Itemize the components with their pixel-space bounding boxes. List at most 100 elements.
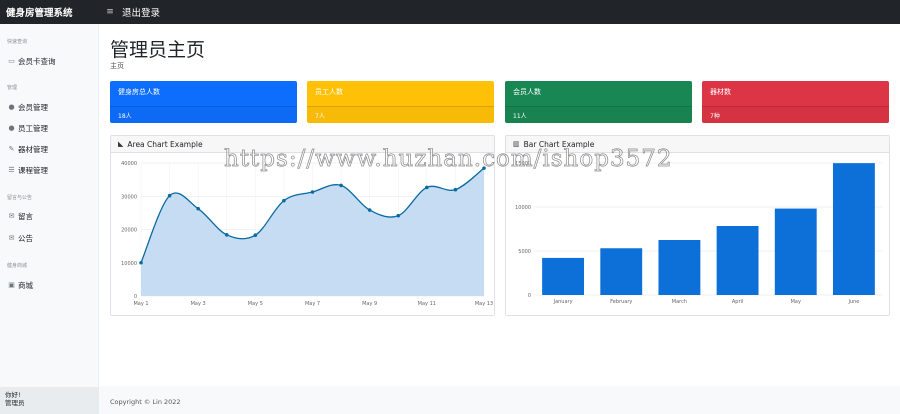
sidebar-item-label: 课程管理: [18, 165, 48, 175]
bar: [774, 208, 817, 295]
sidebar-heading-manage: 管理: [7, 85, 18, 91]
sidebar-item-label: 会员卡查询: [18, 56, 56, 66]
data-point: [396, 213, 401, 218]
copyright-text: Copyright © Lin 2022: [110, 398, 181, 406]
x-tick-label: May 13: [475, 301, 493, 307]
area-chart-title: Area Chart Example: [127, 139, 203, 149]
sidebar-item-label: 员工管理: [18, 123, 48, 133]
sidebar-heading-messages: 留言与公告: [7, 195, 33, 201]
brand-title[interactable]: 健身房管理系统: [0, 5, 99, 19]
y-tick-label: 15000: [515, 161, 531, 167]
x-tick-label: May 5: [248, 301, 263, 307]
page-footer: Copyright © Lin 2022: [99, 386, 900, 414]
x-tick-label: May 7: [305, 301, 320, 307]
shop-icon: ▣: [8, 281, 15, 289]
data-point: [482, 166, 486, 170]
current-user: 管理员: [5, 399, 25, 407]
main-content: 管理员主页 主页 健身房总人数 18人 员工人数 7人 会员人数 11人 器材数…: [99, 24, 900, 386]
data-point: [425, 185, 429, 190]
sidebar-heading-quick: 快速查询: [7, 39, 28, 45]
sidebar-item-messages[interactable]: ✉ 留言: [0, 208, 99, 224]
area-chart-header: ◣ Area Chart Example: [111, 136, 494, 153]
sidebar-item-label: 器材管理: [18, 144, 48, 154]
sidebar-item-courses[interactable]: ☰ 课程管理: [0, 162, 99, 178]
stat-card-value: 7人: [307, 106, 494, 123]
sidebar: 快速查询 ▭ 会员卡查询 管理 ● 会员管理 ● 员工管理 ✎ 器材管理 ☰ 课…: [0, 24, 99, 414]
sidebar-user-footer: 你好! 管理员: [0, 387, 99, 414]
data-point: [253, 233, 258, 237]
stat-card-equipment[interactable]: 器材数 7种: [702, 81, 889, 123]
comment-icon: ✉: [8, 212, 15, 220]
bar: [716, 225, 759, 295]
logout-link[interactable]: 退出登录: [122, 5, 160, 19]
sidebar-item-shop[interactable]: ▣ 商城: [0, 277, 99, 293]
x-tick-label: March: [672, 299, 687, 305]
x-tick-label: January: [553, 299, 573, 305]
sidebar-item-members[interactable]: ● 会员管理: [0, 99, 99, 115]
stat-card-staff[interactable]: 员工人数 7人: [307, 81, 494, 123]
bar: [832, 163, 875, 295]
data-point: [339, 183, 343, 188]
sidebar-item-notices[interactable]: ✉ 公告: [0, 230, 99, 246]
x-tick-label: May: [791, 299, 801, 305]
user-icon: ●: [8, 103, 15, 111]
stat-card-total[interactable]: 健身房总人数 18人: [110, 81, 297, 123]
stat-card-value: 18人: [110, 106, 297, 123]
list-icon: ☰: [8, 166, 15, 174]
y-tick-label: 0: [134, 294, 137, 300]
stat-card-value: 7种: [702, 106, 889, 123]
y-tick-label: 5000: [518, 249, 531, 255]
y-tick-label: 10000: [515, 205, 531, 211]
data-point: [367, 208, 372, 212]
data-point: [224, 233, 229, 237]
x-tick-label: May 11: [418, 301, 436, 307]
y-tick-label: 20000: [121, 228, 137, 234]
user-icon: ●: [8, 124, 15, 132]
sidebar-item-label: 公告: [18, 233, 33, 243]
x-tick-label: May 9: [362, 301, 377, 307]
area-chart: 0 10000 20000 30000 40000 May 1 May 3 May 5 May …: [121, 161, 493, 307]
data-point: [453, 187, 458, 192]
sidebar-item-staff[interactable]: ● 员工管理: [0, 120, 99, 136]
wrench-icon: ✎: [8, 145, 15, 153]
y-tick-label: 30000: [121, 194, 137, 200]
data-point: [196, 206, 200, 211]
area-chart-icon: ◣: [118, 140, 124, 148]
page-title: 管理员主页: [110, 39, 206, 61]
sidebar-item-label: 商城: [18, 280, 33, 290]
data-point: [139, 260, 143, 265]
sidebar-item-label: 留言: [18, 211, 33, 221]
bar: [542, 257, 585, 295]
y-tick-label: 0: [528, 293, 531, 299]
bar-chart-header: ▥ Bar Chart Example: [506, 136, 889, 153]
x-tick-label: April: [732, 299, 743, 305]
bar-chart-title: Bar Chart Example: [523, 139, 595, 149]
x-tick-label: May 1: [133, 301, 148, 307]
bar: [658, 239, 701, 295]
y-tick-label: 10000: [121, 261, 137, 267]
bar-chart-panel: ▥ Bar Chart Example 0 5000 10000 15000 Janua…: [505, 135, 890, 316]
greeting-text: 你好!: [5, 391, 21, 399]
menu-toggle-icon[interactable]: ≡: [99, 7, 121, 17]
stat-card-value: 11人: [505, 106, 692, 123]
data-point: [167, 193, 172, 198]
sidebar-item-card-query[interactable]: ▭ 会员卡查询: [0, 53, 99, 69]
bar-chart: 0 5000 10000 15000 January February March April…: [515, 161, 883, 305]
x-tick-label: June: [847, 299, 859, 305]
stat-card-members[interactable]: 会员人数 11人: [505, 81, 692, 123]
stat-card-title: 会员人数: [513, 88, 541, 96]
sidebar-heading-shop: 健身商城: [7, 263, 28, 269]
sidebar-item-equipment[interactable]: ✎ 器材管理: [0, 141, 99, 157]
y-tick-label: 40000: [121, 161, 137, 167]
top-navbar: 健身房管理系统 ≡ 退出登录: [0, 0, 900, 24]
data-point: [282, 198, 286, 203]
comment-icon: ✉: [8, 234, 15, 242]
x-tick-label: May 3: [191, 301, 206, 307]
card-icon: ▭: [8, 57, 15, 65]
stat-card-title: 健身房总人数: [118, 88, 160, 96]
stat-card-title: 器材数: [710, 88, 731, 96]
bar-chart-icon: ▥: [513, 140, 520, 148]
sidebar-item-label: 会员管理: [18, 102, 48, 112]
x-tick-label: February: [610, 299, 632, 305]
area-chart-panel: ◣ Area Chart Example 0 10000 20000 30000 400…: [110, 135, 495, 316]
